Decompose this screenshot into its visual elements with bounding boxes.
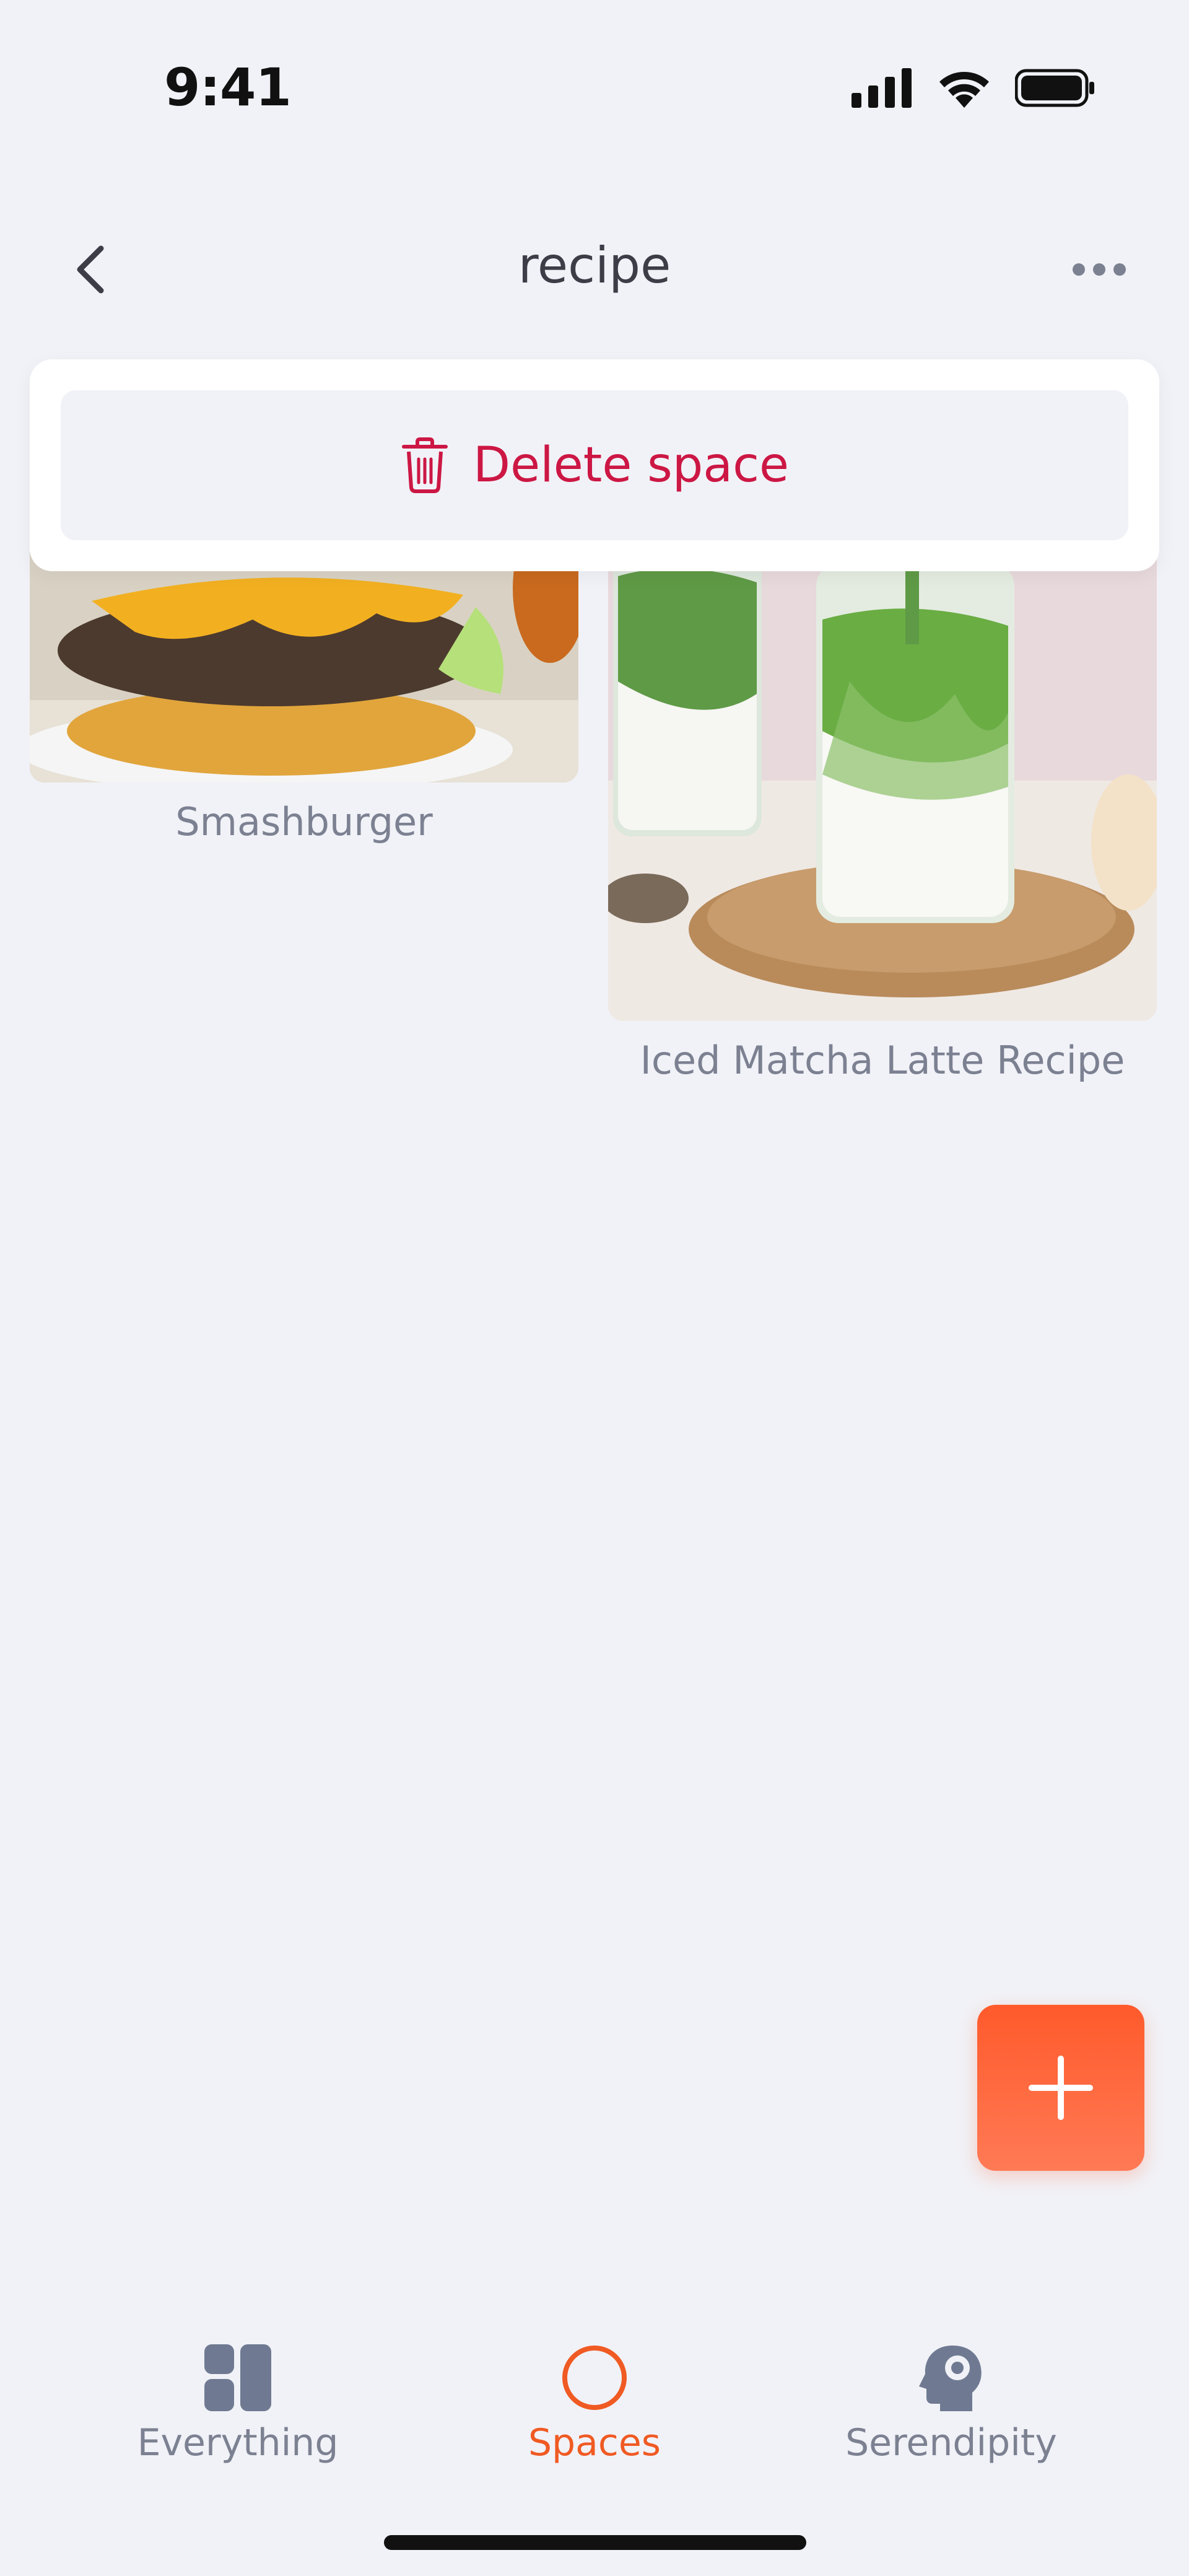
tab-label: Everything <box>137 2421 339 2464</box>
tab-bar: Everything Spaces Serendipity <box>0 2292 1189 2576</box>
options-menu: Delete space <box>30 359 1159 571</box>
status-icons <box>851 67 1095 109</box>
circle-icon <box>562 2346 627 2410</box>
matcha-photo <box>608 496 1157 1021</box>
item-title: Iced Matcha Latte Recipe <box>640 1038 1125 1083</box>
grid-icon <box>204 2344 271 2411</box>
status-time: 9:41 <box>164 57 292 118</box>
item-card-iced-matcha-latte[interactable]: Iced Matcha Latte Recipe <box>608 496 1157 1090</box>
wifi-icon <box>939 72 989 108</box>
head-icon <box>919 2346 982 2411</box>
tab-serendipity[interactable]: Serendipity <box>821 2342 1081 2464</box>
tab-everything[interactable]: Everything <box>108 2342 368 2464</box>
status-bar: 9:41 <box>0 0 1189 155</box>
delete-space-button[interactable]: Delete space <box>61 390 1128 540</box>
battery-icon <box>1015 69 1094 107</box>
item-title: Smashburger <box>175 799 433 844</box>
tab-label: Spaces <box>528 2421 661 2464</box>
matcha-latte-image <box>608 496 1157 1021</box>
plus-icon <box>1029 2056 1093 2120</box>
tab-spaces[interactable]: Spaces <box>464 2342 725 2464</box>
trash-icon <box>402 437 448 493</box>
more-options-button[interactable] <box>1065 235 1133 304</box>
app-screen: 9:41 recipe Smashburger Iced Matcha Latt… <box>0 0 1189 2576</box>
ellipsis-icon <box>1073 263 1126 276</box>
tab-label: Serendipity <box>845 2421 1057 2464</box>
navigation-bar: recipe <box>0 223 1189 316</box>
page-title: recipe <box>518 237 671 294</box>
home-indicator[interactable] <box>384 2535 806 2550</box>
add-button[interactable] <box>977 2005 1144 2171</box>
delete-space-label: Delete space <box>473 437 789 493</box>
cellular-signal-icon <box>851 68 912 108</box>
